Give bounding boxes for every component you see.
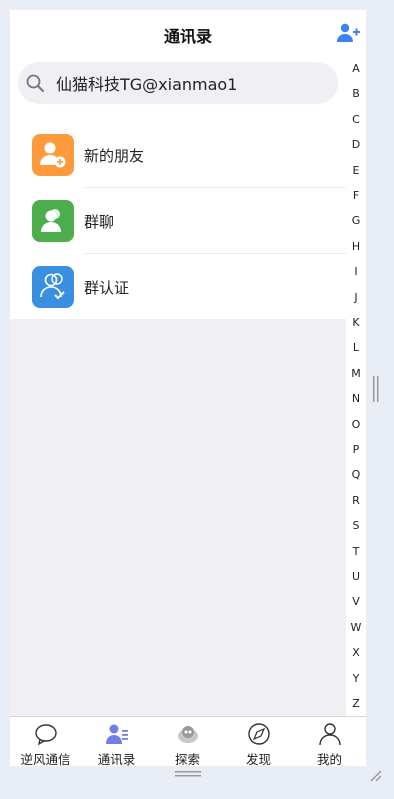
group-chat-icon [32,200,74,242]
contact-entries-panel: 新的朋友 群聊 群认证 [10,56,366,319]
index-letter[interactable]: I [346,265,366,278]
index-letter[interactable]: X [346,646,366,659]
index-letter[interactable]: C [346,113,366,126]
search-bar[interactable] [18,62,338,104]
group-verification-item[interactable]: 群认证 [10,254,346,320]
new-friend-icon [32,134,74,176]
index-letter[interactable]: P [346,443,366,456]
tab-label: 逆风通信 [20,752,71,766]
resize-grip-horizontal[interactable] [175,771,201,777]
tab-discover[interactable]: 发现 [223,717,294,766]
index-letter[interactable]: O [346,418,366,431]
profile-icon [319,723,341,746]
page-title: 通讯录 [163,27,212,46]
tab-label: 发现 [245,752,271,766]
index-letter[interactable]: K [346,316,366,329]
index-letter[interactable]: V [346,595,366,608]
explore-icon [178,726,198,743]
index-letter[interactable]: F [346,189,366,202]
tab-explore[interactable]: 探索 [152,717,223,766]
phone-screen: 通讯录 新的朋 [10,10,366,766]
index-letter[interactable]: Q [346,468,366,481]
index-letter[interactable]: A [346,62,366,75]
index-letter[interactable]: Z [346,697,366,710]
tab-label: 我的 [316,752,342,766]
resize-corner-icon[interactable] [370,770,382,782]
tab-profile[interactable]: 我的 [294,717,365,766]
index-letter[interactable]: Y [346,672,366,685]
alphabet-index[interactable]: ABCDEFGHIJKLMNOPQRSTUVWXYZ [346,56,366,726]
index-letter[interactable]: R [346,494,366,507]
group-verification-label: 群认证 [84,279,130,297]
chat-icon [35,724,57,746]
index-letter[interactable]: G [346,214,366,227]
index-letter[interactable]: E [346,164,366,177]
index-letter[interactable]: W [346,621,366,634]
index-letter[interactable]: T [346,545,366,558]
tab-label: 探索 [174,752,200,766]
search-icon [26,74,44,92]
index-letter[interactable]: H [346,240,366,253]
tab-messages[interactable]: 逆风通信 [10,717,81,766]
index-letter[interactable]: N [346,392,366,405]
tab-contacts[interactable]: 通讯录 [81,717,152,766]
add-contact-icon[interactable] [336,22,360,44]
compass-icon [248,723,270,745]
contacts-icon [106,724,128,744]
new-friends-label: 新的朋友 [84,147,145,165]
index-letter[interactable]: U [346,570,366,583]
resize-grip-vertical[interactable] [373,376,379,402]
group-chat-item[interactable]: 群聊 [10,188,346,254]
tab-bar: 逆风通信 通讯录 探索 发现 我的 [10,716,366,766]
search-input[interactable] [48,62,338,104]
group-chat-label: 群聊 [84,213,115,231]
index-letter[interactable]: D [346,138,366,151]
index-letter[interactable]: M [346,367,366,380]
index-letter[interactable]: L [346,341,366,354]
group-verify-icon [32,266,74,308]
index-letter[interactable]: B [346,87,366,100]
header-bar: 通讯录 [10,10,366,56]
index-letter[interactable]: J [346,291,366,304]
index-letter[interactable]: S [346,519,366,532]
tab-label: 通讯录 [97,752,136,766]
new-friends-item[interactable]: 新的朋友 [10,122,346,188]
